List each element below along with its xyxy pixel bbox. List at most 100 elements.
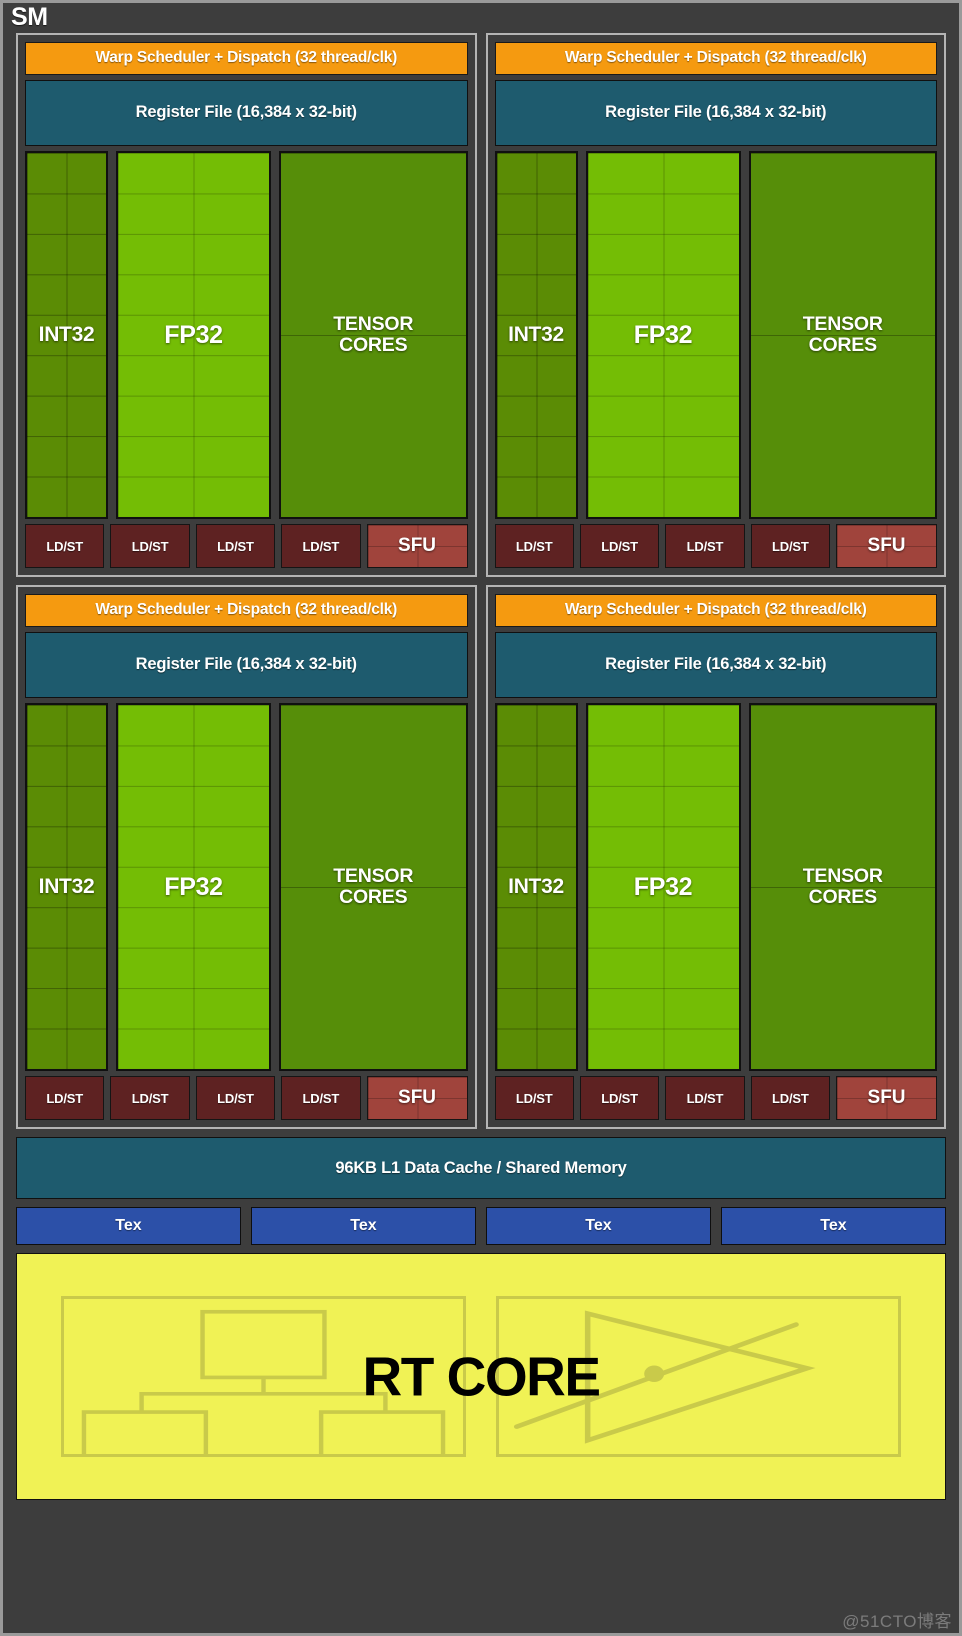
tensor-cores-label-line1: TENSOR <box>802 865 883 888</box>
core-lanes: INT32 FP32 TENSOR CORES <box>25 702 468 1071</box>
register-file[interactable]: Register File (16,384 x 32-bit) <box>494 79 937 146</box>
tex-unit[interactable]: Tex <box>16 1207 241 1245</box>
tensor-cores-label-line2: CORES <box>808 885 878 908</box>
core-lanes: INT32 FP32 TENSOR CORES <box>25 150 468 519</box>
ldst-unit[interactable]: LD/ST <box>665 1076 745 1120</box>
core-lanes: INT32 FP32 TENSOR CORES <box>494 150 937 519</box>
fp32-core-grid <box>587 704 739 1069</box>
register-file[interactable]: Register File (16,384 x 32-bit) <box>25 631 468 698</box>
tensor-cores-block[interactable]: TENSOR CORES <box>748 150 937 519</box>
ldst-unit[interactable]: LD/ST <box>579 1076 660 1120</box>
tensor-cores-label: TENSOR CORES <box>333 314 413 355</box>
l1-data-cache-shared-memory[interactable]: 96KB L1 Data Cache / Shared Memory <box>16 1137 946 1199</box>
register-file[interactable]: Register File (16,384 x 32-bit) <box>494 631 937 698</box>
rt-core-label: RT CORE <box>362 1345 602 1407</box>
ldst-unit[interactable]: LD/ST <box>281 524 361 568</box>
fp32-core-block[interactable]: FP32 <box>116 150 271 519</box>
int32-core-block[interactable]: INT32 <box>25 702 108 1071</box>
processing-block-bottom-right[interactable]: Warp Scheduler + Dispatch (32 thread/clk… <box>485 585 946 1129</box>
tensor-cores-label-line1: TENSOR <box>333 865 414 888</box>
tensor-cores-label-line2: CORES <box>339 333 408 356</box>
fp32-core-grid <box>587 152 739 517</box>
tensor-cores-block[interactable]: TENSOR CORES <box>279 702 468 1071</box>
tensor-cores-label-line2: CORES <box>339 885 408 908</box>
fp32-label: FP32 <box>164 320 223 349</box>
fp32-label: FP32 <box>633 320 693 349</box>
int32-core-grid <box>27 704 106 1069</box>
tex-unit-row: Tex Tex Tex Tex <box>16 1207 946 1245</box>
int32-label: INT32 <box>508 322 564 346</box>
ldst-unit[interactable]: LD/ST <box>25 524 105 568</box>
fp32-label: FP32 <box>633 872 693 901</box>
processing-block-top-left[interactable]: Warp Scheduler + Dispatch (32 thread/clk… <box>16 33 477 577</box>
ldst-unit[interactable]: LD/ST <box>494 1076 574 1120</box>
tensor-cores-grid <box>750 704 935 1069</box>
int32-core-block[interactable]: INT32 <box>25 150 108 519</box>
partition-row-bottom: Warp Scheduler + Dispatch (32 thread/clk… <box>16 585 946 1129</box>
sfu-unit[interactable]: SFU <box>836 524 938 568</box>
fp32-label: FP32 <box>164 872 223 901</box>
ldst-unit[interactable]: LD/ST <box>195 1076 276 1120</box>
ldst-unit[interactable]: LD/ST <box>579 524 660 568</box>
ldst-unit[interactable]: LD/ST <box>110 1076 190 1120</box>
tensor-cores-label: TENSOR CORES <box>333 866 413 907</box>
int32-core-grid <box>496 152 576 517</box>
fp32-core-block[interactable]: FP32 <box>585 702 741 1071</box>
ldst-unit[interactable]: LD/ST <box>281 1076 361 1120</box>
ldst-unit[interactable]: LD/ST <box>494 524 574 568</box>
warp-scheduler-dispatch[interactable]: Warp Scheduler + Dispatch (32 thread/clk… <box>25 42 468 75</box>
processing-block-bottom-left[interactable]: Warp Scheduler + Dispatch (32 thread/clk… <box>16 585 477 1129</box>
sfu-label: SFU <box>867 535 906 556</box>
tensor-cores-grid <box>750 152 935 517</box>
ldst-unit[interactable]: LD/ST <box>750 524 830 568</box>
tensor-cores-label: TENSOR CORES <box>803 314 883 355</box>
ldst-unit[interactable]: LD/ST <box>25 1076 105 1120</box>
tex-unit[interactable]: Tex <box>721 1207 946 1245</box>
rt-core-block[interactable]: RT CORE <box>16 1253 946 1500</box>
ldst-sfu-row: LD/ST LD/ST LD/ST LD/ST SFU <box>25 1076 468 1120</box>
tensor-cores-label-line1: TENSOR <box>802 313 883 336</box>
sfu-unit[interactable]: SFU <box>366 524 468 568</box>
tensor-cores-grid <box>281 704 466 1069</box>
ldst-unit[interactable]: LD/ST <box>750 1076 830 1120</box>
tensor-cores-label-line1: TENSOR <box>333 313 414 336</box>
sfu-label: SFU <box>398 535 437 556</box>
int32-core-block[interactable]: INT32 <box>494 150 578 519</box>
warp-scheduler-dispatch[interactable]: Warp Scheduler + Dispatch (32 thread/clk… <box>494 42 937 75</box>
warp-scheduler-dispatch[interactable]: Warp Scheduler + Dispatch (32 thread/clk… <box>494 594 937 627</box>
register-file[interactable]: Register File (16,384 x 32-bit) <box>25 79 468 146</box>
int32-core-block[interactable]: INT32 <box>494 702 578 1071</box>
ldst-unit[interactable]: LD/ST <box>110 524 190 568</box>
page-title: SM <box>11 3 48 31</box>
sm-diagram-root: SM Warp Scheduler + Dispatch (32 thread/… <box>0 0 962 1636</box>
fp32-core-block[interactable]: FP32 <box>116 702 271 1071</box>
tensor-cores-label: TENSOR CORES <box>803 866 883 907</box>
fp32-core-block[interactable]: FP32 <box>585 150 741 519</box>
sfu-unit[interactable]: SFU <box>836 1076 938 1120</box>
sfu-unit[interactable]: SFU <box>366 1076 468 1120</box>
tensor-cores-grid <box>281 152 466 517</box>
ldst-unit[interactable]: LD/ST <box>195 524 276 568</box>
tensor-cores-label-line2: CORES <box>808 333 878 356</box>
ldst-sfu-row: LD/ST LD/ST LD/ST LD/ST SFU <box>25 524 468 568</box>
tensor-cores-block[interactable]: TENSOR CORES <box>748 702 937 1071</box>
processing-block-top-right[interactable]: Warp Scheduler + Dispatch (32 thread/clk… <box>485 33 946 577</box>
warp-scheduler-dispatch[interactable]: Warp Scheduler + Dispatch (32 thread/clk… <box>25 594 468 627</box>
fp32-core-grid <box>118 152 269 517</box>
core-lanes: INT32 FP32 TENSOR CORES <box>494 702 937 1071</box>
fp32-core-grid <box>118 704 269 1069</box>
ldst-sfu-row: LD/ST LD/ST LD/ST LD/ST SFU <box>494 524 938 568</box>
sfu-label: SFU <box>398 1087 437 1108</box>
tensor-cores-block[interactable]: TENSOR CORES <box>279 150 468 519</box>
ldst-sfu-row: LD/ST LD/ST LD/ST LD/ST SFU <box>494 1076 938 1120</box>
partition-row-top: Warp Scheduler + Dispatch (32 thread/clk… <box>16 33 946 577</box>
int32-label: INT32 <box>38 874 95 898</box>
sm-body: Warp Scheduler + Dispatch (32 thread/clk… <box>3 33 959 1633</box>
tex-unit[interactable]: Tex <box>251 1207 476 1245</box>
int32-core-grid <box>27 152 106 517</box>
int32-label: INT32 <box>38 322 95 346</box>
tex-unit[interactable]: Tex <box>486 1207 711 1245</box>
int32-label: INT32 <box>508 874 564 898</box>
sfu-label: SFU <box>867 1087 906 1108</box>
ldst-unit[interactable]: LD/ST <box>665 524 745 568</box>
